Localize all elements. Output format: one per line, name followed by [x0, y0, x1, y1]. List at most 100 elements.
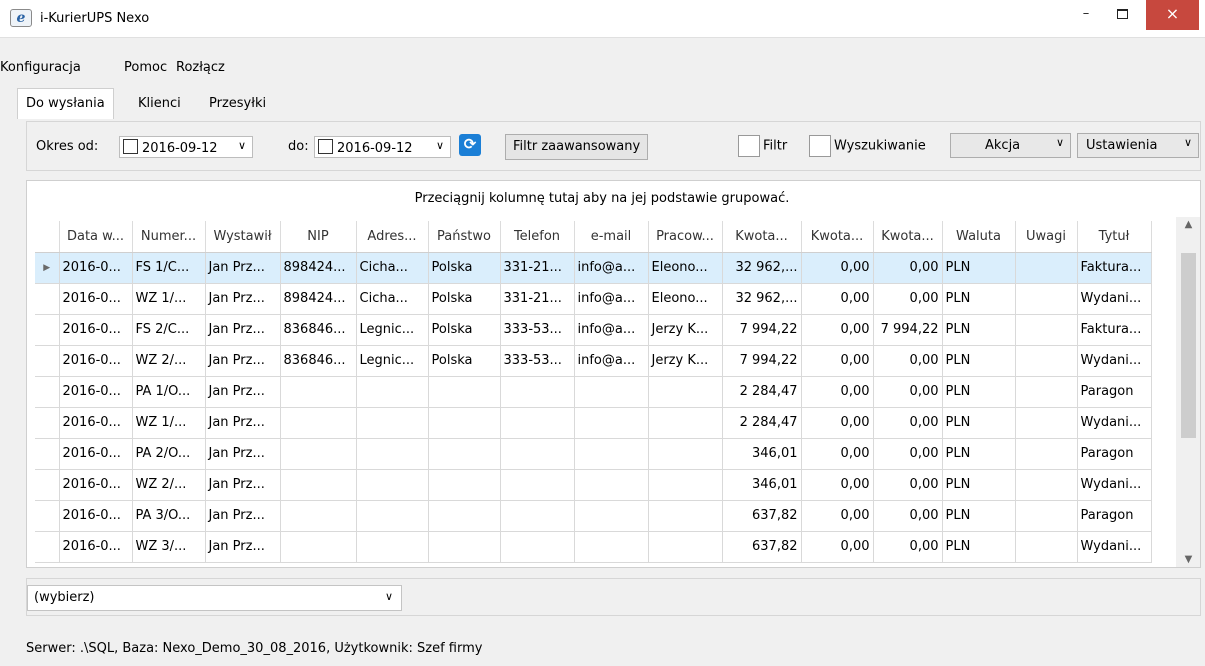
table-row[interactable]: 2016-0... PA 1/O... Jan Prz... 2 284,47 0,00… — [35, 376, 1152, 408]
tab-przesylki[interactable]: Przesyłki — [201, 91, 274, 118]
column-header[interactable]: NIP — [280, 221, 357, 253]
table-cell: Wydani... — [1077, 531, 1152, 563]
row-indicator — [35, 469, 60, 501]
table-row[interactable]: 2016-0... PA 2/O... Jan Prz... 346,01 0,00 0,… — [35, 438, 1152, 470]
table-cell: 637,82 — [722, 500, 802, 532]
scroll-down-icon[interactable]: ▼ — [1176, 554, 1200, 565]
date-to-checkbox[interactable] — [318, 139, 333, 154]
title-bar: e i-KurierUPS Nexo – × — [0, 0, 1205, 38]
column-header[interactable]: Pracow... — [648, 221, 723, 253]
table-cell — [500, 376, 575, 408]
tab-klienci[interactable]: Klienci — [130, 91, 189, 118]
row-indicator — [35, 407, 60, 439]
filter-toolbar: Okres od: 2016-09-12 ∨ do: 2016-09-12 ∨ ⟳ … — [26, 121, 1201, 171]
akcja-dropdown[interactable]: Akcja ∨ — [950, 133, 1071, 158]
table-cell — [356, 376, 429, 408]
table-cell — [574, 500, 649, 532]
table-cell: 898424... — [280, 252, 357, 284]
column-header[interactable]: Wystawił — [205, 221, 281, 253]
date-from-checkbox[interactable] — [123, 139, 138, 154]
table-row[interactable]: 2016-0... WZ 3/... Jan Prz... 637,82 0,00 0,0… — [35, 531, 1152, 563]
maximize-button[interactable] — [1102, 0, 1142, 30]
table-cell: PLN — [942, 407, 1016, 439]
table-cell: 0,00 — [873, 376, 943, 408]
table-cell: 898424... — [280, 283, 357, 315]
table-row[interactable]: 2016-0... WZ 1/... Jan Prz... 2 284,47 0,00 0… — [35, 407, 1152, 439]
table-cell: Faktura... — [1077, 314, 1152, 346]
maximize-icon — [1116, 8, 1128, 19]
scrollbar-thumb[interactable] — [1181, 253, 1196, 438]
refresh-icon[interactable]: ⟳ — [459, 134, 481, 156]
table-cell: 7 994,22 — [873, 314, 943, 346]
column-header[interactable]: e-mail — [574, 221, 649, 253]
vertical-scrollbar[interactable]: ▲ ▼ — [1176, 217, 1200, 567]
table-cell: Wydani... — [1077, 283, 1152, 315]
table-cell — [1015, 376, 1078, 408]
menu-konfiguracja[interactable]: Konfiguracja — [0, 60, 81, 75]
advanced-filter-button[interactable]: Filtr zaawansowany — [505, 134, 649, 160]
minimize-button[interactable]: – — [1070, 0, 1102, 30]
column-header[interactable]: Waluta — [942, 221, 1016, 253]
table-cell: PLN — [942, 500, 1016, 532]
table-row[interactable]: 2016-0... FS 2/C... Jan Prz... 836846... Leg… — [35, 314, 1152, 346]
table-cell: 2016-0... — [59, 438, 133, 470]
table-row[interactable]: 2016-0... PA 3/O... Jan Prz... 637,82 0,00 0,… — [35, 500, 1152, 532]
row-indicator-header — [35, 221, 60, 253]
column-header[interactable]: Kwota... — [873, 221, 943, 253]
table-row[interactable]: 2016-0... WZ 2/... Jan Prz... 346,01 0,00 0,0… — [35, 469, 1152, 501]
e-logo-icon: e — [10, 9, 32, 27]
table-cell — [500, 469, 575, 501]
column-header[interactable]: Kwota... — [722, 221, 802, 253]
column-header[interactable]: Telefon — [500, 221, 575, 253]
table-cell — [280, 376, 357, 408]
table-cell — [500, 407, 575, 439]
table-cell: 2 284,47 — [722, 407, 802, 439]
date-from-picker[interactable]: 2016-09-12 ∨ — [119, 136, 253, 158]
column-header[interactable]: Uwagi — [1015, 221, 1078, 253]
do-label: do: — [288, 139, 309, 154]
table-cell: FS 2/C... — [132, 314, 206, 346]
column-header[interactable]: Tytuł — [1077, 221, 1152, 253]
date-to-picker[interactable]: 2016-09-12 ∨ — [314, 136, 451, 158]
column-header[interactable]: Państwo — [428, 221, 501, 253]
scroll-up-icon[interactable]: ▲ — [1176, 219, 1200, 230]
row-indicator — [35, 531, 60, 563]
tab-do-wyslania[interactable]: Do wysłania — [17, 88, 114, 119]
table-row[interactable]: 2016-0... WZ 1/... Jan Prz... 898424... Cich… — [35, 283, 1152, 315]
table-cell: info@a... — [574, 252, 649, 284]
date-from-value: 2016-09-12 — [142, 141, 218, 156]
table-cell: 2016-0... — [59, 252, 133, 284]
table-row[interactable]: 2016-0... WZ 2/... Jan Prz... 836846... Legn… — [35, 345, 1152, 377]
table-cell: 2016-0... — [59, 531, 133, 563]
table-cell: Cicha... — [356, 283, 429, 315]
table-cell — [356, 500, 429, 532]
table-cell: 0,00 — [873, 252, 943, 284]
filtr-checkbox[interactable]: Filtr — [738, 135, 787, 157]
ustawienia-dropdown[interactable]: Ustawienia ∨ — [1077, 133, 1199, 158]
column-header[interactable]: Kwota... — [801, 221, 874, 253]
column-header[interactable]: Numer... — [132, 221, 206, 253]
table-cell: 2016-0... — [59, 376, 133, 408]
table-cell: 0,00 — [801, 500, 874, 532]
status-bar: Serwer: .\SQL, Baza: Nexo_Demo_30_08_201… — [26, 641, 483, 656]
menu-rozlacz[interactable]: Rozłącz — [176, 60, 225, 75]
wybierz-dropdown[interactable]: (wybierz) ∨ — [27, 585, 402, 611]
menu-pomoc[interactable]: Pomoc — [124, 60, 167, 75]
table-cell: info@a... — [574, 314, 649, 346]
table-cell — [428, 469, 501, 501]
column-header[interactable]: Data w... — [59, 221, 133, 253]
wyszukiwanie-checkbox[interactable]: Wyszukiwanie — [809, 135, 926, 157]
current-row-arrow-icon: ▶ — [35, 252, 60, 284]
column-header[interactable]: Adres... — [356, 221, 429, 253]
table-cell: Jan Prz... — [205, 314, 281, 346]
table-cell: Jan Prz... — [205, 376, 281, 408]
table-row[interactable]: ▶ 2016-0... FS 1/C... Jan Prz... 898424... Ci… — [35, 252, 1152, 284]
table-cell — [1015, 283, 1078, 315]
table-cell: Jan Prz... — [205, 283, 281, 315]
table-cell: Paragon — [1077, 376, 1152, 408]
table-cell — [280, 438, 357, 470]
table-cell — [356, 469, 429, 501]
table-cell: Cicha... — [356, 252, 429, 284]
close-button[interactable]: × — [1146, 0, 1199, 30]
table-cell: PLN — [942, 438, 1016, 470]
